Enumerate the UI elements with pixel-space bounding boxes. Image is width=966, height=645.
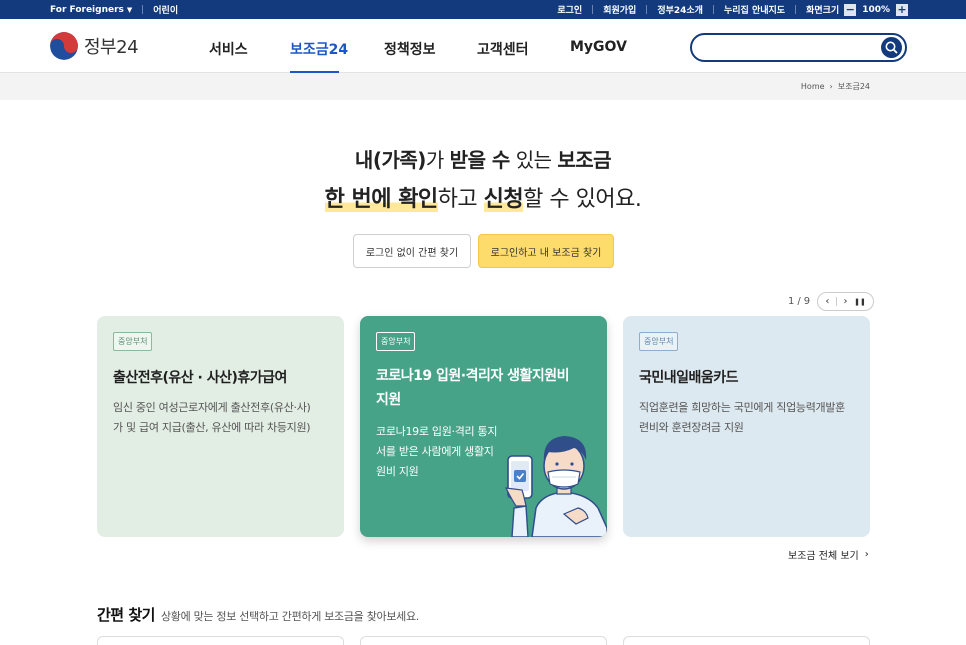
agency-tag: 중앙부처	[113, 332, 153, 351]
quick-find-section: 간편 찾기 상황에 맞는 정보 선택하고 간편하게 보조금을 찾아보세요.	[97, 604, 419, 625]
nav-mygov[interactable]: MyGOV	[570, 39, 627, 55]
hero-text: 보조금	[557, 148, 612, 172]
quick-find-description: 상황에 맞는 정보 선택하고 간편하게 보조금을 찾아보세요.	[160, 610, 419, 623]
card-desc-line: 서를 받은 사람에게 생활지	[376, 445, 494, 458]
agency-tag: 중앙부처	[639, 332, 679, 351]
person-with-phone-illustration	[504, 436, 607, 537]
for-foreigners-link[interactable]: For Foreigners ▼	[50, 5, 132, 15]
nav-policy-info[interactable]: 정책정보	[384, 39, 436, 59]
search-icon	[885, 41, 898, 54]
zoom-label: 화면크기	[806, 6, 840, 16]
card-description: 직업훈련을 희망하는 국민에게 직업능력개발훈 련비와 훈련장려금 지원	[639, 398, 859, 438]
nav-customer-center[interactable]: 고객센터	[477, 39, 529, 59]
login-find-button[interactable]: 로그인하고 내 보조금 찾기	[478, 234, 614, 268]
nav-subsidy24[interactable]: 보조금24	[290, 39, 348, 59]
card-title: 출산전후(유산 · 사산)휴가급여	[113, 370, 287, 386]
breadcrumb: Home › 보조금24	[801, 81, 870, 92]
utility-left: For Foreigners ▼ 어린이	[50, 3, 178, 17]
nav-services[interactable]: 서비스	[209, 39, 248, 59]
sitemap-link[interactable]: 누리집 안내지도	[724, 3, 785, 16]
zoom-control: 화면크기 − 100% +	[806, 3, 908, 16]
prev-slide-button[interactable]: ‹	[825, 296, 829, 307]
taegeuk-logo-icon	[50, 32, 78, 60]
card-description: 코로나19로 입원·격리 통지 서를 받은 사람에게 생활지 원비 지원	[376, 422, 506, 482]
card-desc-line: 직업훈련을 희망하는 국민에게 직업능력개발훈	[639, 401, 845, 414]
card-title: 코로나19 입원·격리자 생활지원비 지원	[376, 364, 598, 412]
breadcrumb-current: 보조금24	[837, 82, 870, 91]
card-title: 국민내일배움카드	[639, 370, 739, 386]
quick-find-card[interactable]	[623, 636, 870, 645]
card-desc-line: 임신 중인 여성근로자에게 출산전후(유산·사)	[113, 401, 311, 414]
utility-right: 로그인 회원가입 정부24소개 누리집 안내지도 화면크기 − 100% +	[547, 3, 908, 16]
card-title-line: 코로나19 입원·격리자 생활지원비	[376, 368, 570, 384]
hero-text: 하고	[437, 187, 484, 212]
card-desc-line: 련비와 훈련장려금 지원	[639, 421, 744, 434]
hero-line-1: 내(가족)가 받을 수 있는 보조금	[0, 144, 966, 173]
hero-highlight: 한 번에 확인	[324, 187, 438, 212]
for-foreigners-label: For Foreigners	[50, 4, 124, 15]
card-desc-line: 원비 지원	[376, 465, 419, 478]
main-header: 정부24 서비스 보조금24 정책정보 고객센터 MyGOV	[0, 19, 966, 73]
search-button[interactable]	[881, 37, 902, 58]
hero-highlight: 신청	[483, 187, 524, 212]
chevron-right-icon: ›	[864, 549, 869, 560]
divider	[712, 5, 714, 14]
card-title-line: 지원	[376, 392, 401, 408]
quick-find-card[interactable]	[360, 636, 607, 645]
hero-text: 받을 수	[449, 148, 511, 172]
card-description: 임신 중인 여성근로자에게 출산전후(유산·사) 가 및 급여 지급(출산, 유…	[113, 398, 333, 438]
view-all-subsidies-link[interactable]: 보조금 전체 보기 ›	[788, 547, 869, 562]
carousel-controls: ‹ › ❚❚	[817, 292, 875, 311]
kids-link[interactable]: 어린이	[153, 3, 178, 16]
guest-find-button[interactable]: 로그인 없이 간편 찾기	[353, 234, 471, 268]
utility-bar: For Foreigners ▼ 어린이 로그인 회원가입 정부24소개 누리집 …	[0, 0, 966, 19]
quick-find-title: 간편 찾기	[97, 606, 155, 624]
pager-total: 9	[803, 296, 811, 307]
subsidy-card-learning-card[interactable]: 중앙부처 국민내일배움카드 직업훈련을 희망하는 국민에게 직업능력개발훈 련비…	[623, 316, 870, 537]
divider	[795, 5, 797, 14]
chevron-right-icon: ›	[829, 82, 833, 91]
breadcrumb-band: Home › 보조금24	[0, 73, 966, 100]
subsidy-card-covid[interactable]: 중앙부처 코로나19 입원·격리자 생활지원비 지원 코로나19로 입원·격리 …	[360, 316, 607, 537]
pager-separator: /	[797, 296, 801, 307]
divider	[592, 5, 594, 14]
card-desc-line: 가 및 급여 지급(출산, 유산에 따라 차등지원)	[113, 421, 311, 434]
divider	[142, 5, 144, 14]
zoom-in-button[interactable]: +	[896, 3, 908, 16]
subsidy-card-maternity[interactable]: 중앙부처 출산전후(유산 · 사산)휴가급여 임신 중인 여성근로자에게 출산전…	[97, 316, 344, 537]
pause-button[interactable]: ❚❚	[854, 298, 866, 306]
about-link[interactable]: 정부24소개	[657, 3, 703, 16]
pager-current: 1	[788, 296, 795, 307]
card-desc-line: 코로나19로 입원·격리 통지	[376, 425, 498, 438]
carousel-pager: 1 / 9 ‹ › ❚❚	[788, 292, 875, 311]
caret-down-icon: ▼	[126, 5, 133, 14]
hero-text: 내(가족)	[354, 148, 426, 172]
view-all-label: 보조금 전체 보기	[788, 551, 859, 562]
search-box	[690, 33, 907, 62]
agency-tag: 중앙부처	[376, 332, 416, 351]
hero-text: 할 수 있어요.	[523, 187, 642, 212]
logo-text: 정부24	[84, 37, 139, 58]
quick-find-card[interactable]	[97, 636, 344, 645]
hero-line-2: 한 번에 확인하고 신청할 수 있어요.	[0, 181, 966, 213]
login-link[interactable]: 로그인	[557, 3, 582, 16]
next-slide-button[interactable]: ›	[844, 296, 848, 307]
breadcrumb-home[interactable]: Home	[801, 82, 825, 91]
hero-text: 가	[425, 148, 450, 172]
hero-text: 있는	[509, 148, 558, 172]
zoom-value: 100%	[862, 4, 890, 15]
site-logo[interactable]: 정부24	[50, 32, 139, 60]
divider	[835, 297, 837, 306]
signup-link[interactable]: 회원가입	[603, 3, 636, 16]
divider	[646, 5, 648, 14]
zoom-out-button[interactable]: −	[844, 3, 857, 16]
search-input[interactable]	[702, 39, 872, 57]
